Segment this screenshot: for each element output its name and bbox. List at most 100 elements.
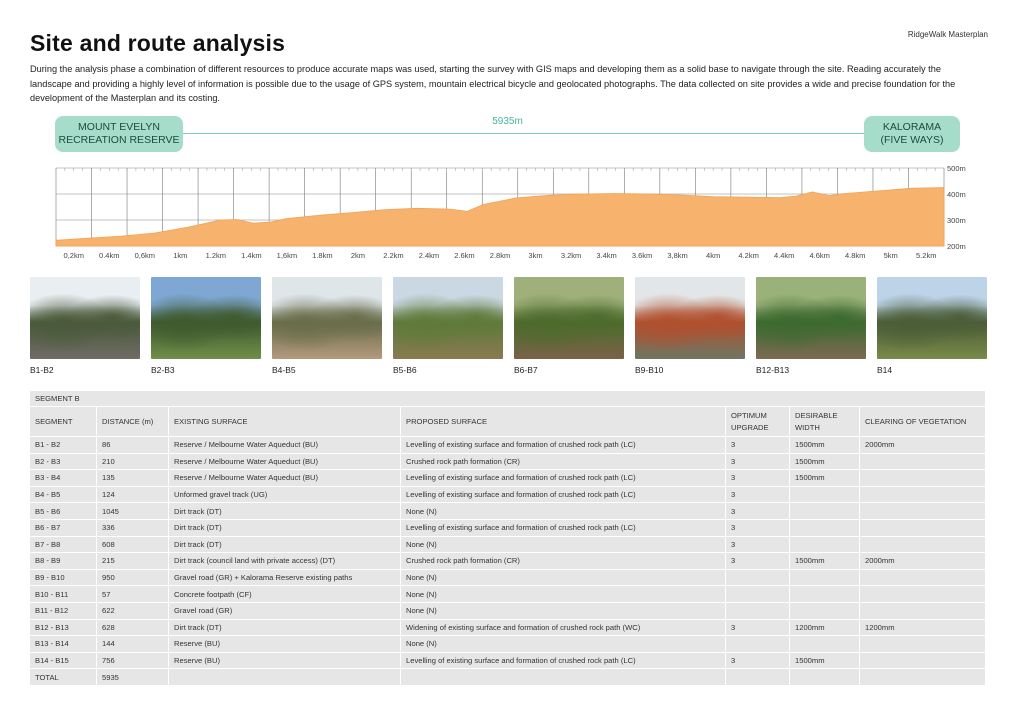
x-tick-label: 5.2km bbox=[916, 251, 936, 260]
table-cell: Dirt track (DT) bbox=[169, 519, 401, 537]
table-cell: B2 - B3 bbox=[30, 453, 97, 471]
table-row: B14 - B15 756 Reserve (BU) Levelling of exi… bbox=[30, 652, 986, 670]
table-cell: 1500mm bbox=[790, 437, 860, 454]
table-cell: Reserve (BU) bbox=[169, 652, 401, 670]
table-cell: Levelling of existing surface and format… bbox=[401, 652, 726, 670]
table-cell: Dirt track (council land with private ac… bbox=[169, 553, 401, 570]
table-row: TOTAL 5935 bbox=[30, 669, 986, 686]
table-cell bbox=[860, 536, 986, 554]
table-row: B3 - B4 135 Reserve / Melbourne Water Aque… bbox=[30, 470, 986, 487]
y-tick-label: 200m bbox=[947, 242, 966, 251]
table-row: B1 - B2 86 Reserve / Melbourne Water Aqued… bbox=[30, 437, 986, 454]
table-cell bbox=[790, 486, 860, 504]
table-cell: None (N) bbox=[401, 569, 726, 587]
table-cell: 3 bbox=[726, 619, 790, 637]
table-row: B4 - B5 124 Unformed gravel track (UG) Leve… bbox=[30, 486, 986, 504]
table-cell: TOTAL bbox=[30, 669, 97, 686]
x-tick-label: 5km bbox=[884, 251, 898, 260]
route-start-pill: MOUNT EVELYN RECREATION RESERVE bbox=[55, 116, 183, 152]
table-header-cell: DISTANCE (m) bbox=[97, 407, 169, 437]
table-header-cell: OPTIMUM UPGRADE bbox=[726, 407, 790, 437]
x-tick-label: 1.2km bbox=[206, 251, 226, 260]
table-cell bbox=[790, 519, 860, 537]
page-title: Site and route analysis bbox=[30, 30, 286, 56]
table-cell bbox=[860, 652, 986, 670]
x-tick-label: 2.4km bbox=[419, 251, 439, 260]
x-tick-label: 3.6km bbox=[632, 251, 652, 260]
table-cell: 756 bbox=[97, 652, 169, 670]
table-cell bbox=[790, 636, 860, 653]
y-tick-label: 500m bbox=[947, 164, 966, 173]
table-cell: Reserve / Melbourne Water Aqueduct (BU) bbox=[169, 453, 401, 471]
y-tick-label: 300m bbox=[947, 216, 966, 225]
table-cell bbox=[790, 503, 860, 520]
table-cell bbox=[726, 669, 790, 686]
table-cell: 144 bbox=[97, 636, 169, 653]
table-cell bbox=[169, 669, 401, 686]
site-photo-caption: B12-B13 bbox=[756, 365, 790, 375]
table-cell: B11 - B12 bbox=[30, 602, 97, 620]
site-photo-image bbox=[393, 277, 503, 359]
table-cell: 1500mm bbox=[790, 652, 860, 670]
table-cell bbox=[790, 669, 860, 686]
site-photo-image bbox=[514, 277, 624, 359]
table-cell: 1500mm bbox=[790, 553, 860, 570]
table-row: B10 - B11 57 Concrete footpath (CF) None (N… bbox=[30, 586, 986, 603]
table-cell: Levelling of existing surface and format… bbox=[401, 486, 726, 504]
site-photo-caption: B5-B6 bbox=[393, 365, 417, 375]
route-end-label: KALORAMA (FIVE WAYS) bbox=[880, 121, 944, 146]
site-photo-image bbox=[756, 277, 866, 359]
table-cell bbox=[860, 486, 986, 504]
x-tick-label: 4.2km bbox=[738, 251, 758, 260]
table-cell: Dirt track (DT) bbox=[169, 619, 401, 637]
segment-table: SEGMENT B SEGMENT DISTANCE (m) EXISTING SU… bbox=[30, 391, 986, 686]
table-cell: 628 bbox=[97, 619, 169, 637]
table-cell: 3 bbox=[726, 503, 790, 520]
site-photo: B5-B6 bbox=[393, 277, 503, 375]
table-row: B6 - B7 336 Dirt track (DT) Levelling of ex… bbox=[30, 519, 986, 537]
intro-paragraph: During the analysis phase a combination … bbox=[30, 64, 956, 103]
x-tick-label: 1km bbox=[173, 251, 187, 260]
table-row: B8 - B9 215 Dirt track (council land with … bbox=[30, 553, 986, 570]
table-cell: B3 - B4 bbox=[30, 470, 97, 487]
table-cell: 2000mm bbox=[860, 553, 986, 570]
x-tick-label: 2km bbox=[351, 251, 365, 260]
route-end-pill: KALORAMA (FIVE WAYS) bbox=[864, 116, 960, 152]
table-cell: 950 bbox=[97, 569, 169, 587]
table-cell bbox=[790, 536, 860, 554]
table-cell: B9 - B10 bbox=[30, 569, 97, 587]
table-cell: 3 bbox=[726, 486, 790, 504]
table-row: B2 - B3 210 Reserve / Melbourne Water Aque… bbox=[30, 453, 986, 471]
table-cell: 1500mm bbox=[790, 453, 860, 471]
table-body: B1 - B2 86 Reserve / Melbourne Water Aqued… bbox=[30, 437, 986, 686]
table-cell bbox=[726, 602, 790, 620]
site-photo: B9-B10 bbox=[635, 277, 745, 375]
table-cell bbox=[860, 453, 986, 471]
segment-title: SEGMENT B bbox=[30, 391, 986, 407]
table-cell bbox=[860, 636, 986, 653]
table-cell: None (N) bbox=[401, 602, 726, 620]
x-tick-label: 4.8km bbox=[845, 251, 865, 260]
table-header-cell: EXISTING SURFACE bbox=[169, 407, 401, 437]
table-cell: B6 - B7 bbox=[30, 519, 97, 537]
x-tick-label: 0.4km bbox=[99, 251, 119, 260]
x-tick-label: 2.8km bbox=[490, 251, 510, 260]
table-header-row: SEGMENT DISTANCE (m) EXISTING SURFACE PROPO… bbox=[30, 407, 986, 437]
x-tick-label: 4.4km bbox=[774, 251, 794, 260]
elevation-chart-svg: 500m 400m 300m 200m 0,2km 0.4km 0,6km 1km 1.2km 1… bbox=[55, 164, 966, 260]
table-cell bbox=[401, 669, 726, 686]
site-photo-image bbox=[151, 277, 261, 359]
table-header-cell: SEGMENT bbox=[30, 407, 97, 437]
site-photo-image bbox=[30, 277, 140, 359]
table-cell: B10 - B11 bbox=[30, 586, 97, 603]
table-cell: B4 - B5 bbox=[30, 486, 97, 504]
x-tick-label: 0,6km bbox=[135, 251, 155, 260]
x-tick-label: 3km bbox=[528, 251, 542, 260]
table-header-cell: DESIRABLE WIDTH bbox=[790, 407, 860, 437]
table-cell: B8 - B9 bbox=[30, 553, 97, 570]
table-cell: Crushed rock path formation (CR) bbox=[401, 453, 726, 471]
table-cell: Crushed rock path formation (CR) bbox=[401, 553, 726, 570]
table-cell bbox=[860, 503, 986, 520]
site-photo-caption: B1-B2 bbox=[30, 365, 54, 375]
table-cell bbox=[790, 586, 860, 603]
